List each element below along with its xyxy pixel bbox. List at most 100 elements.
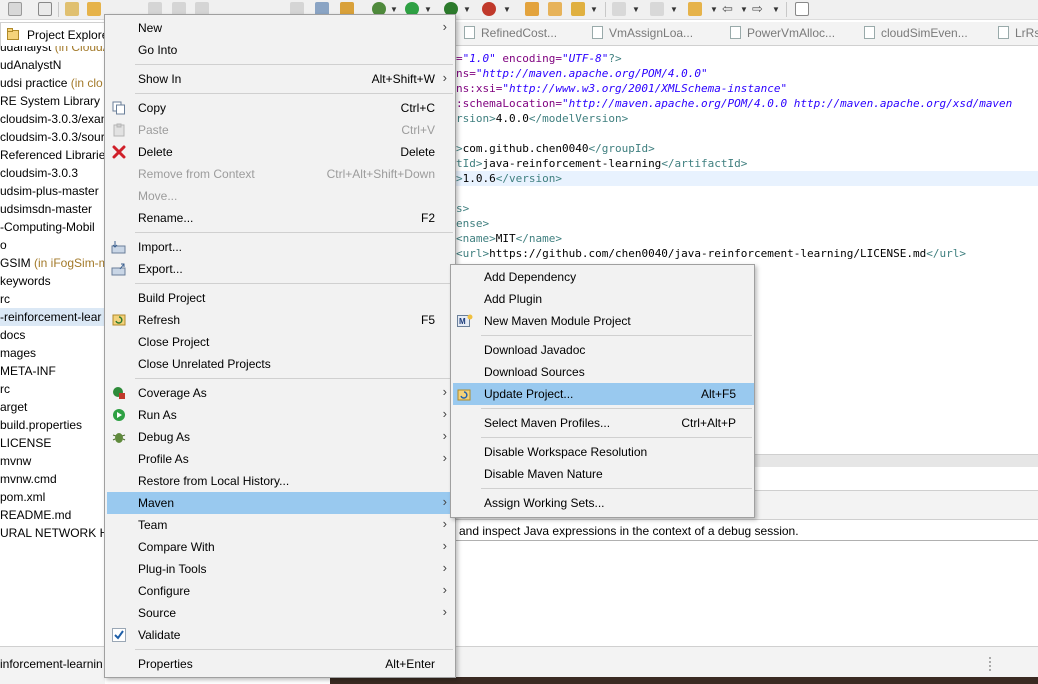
tree-item[interactable]: README.md: [0, 506, 71, 524]
code-line[interactable]: ns="http://maven.apache.org/POM/4.0.0": [456, 66, 708, 81]
tree-item[interactable]: URAL NETWORK HO: [0, 524, 105, 542]
code-line[interactable]: tId>java-reinforcement-learning</artifac…: [456, 156, 747, 171]
forward-icon[interactable]: ⇨: [752, 2, 766, 16]
maven-item-sets[interactable]: Assign Working Sets...: [453, 492, 754, 514]
tree-item[interactable]: mvnw.cmd: [0, 470, 57, 488]
maven-item-update[interactable]: Update Project... Alt+F5: [453, 383, 754, 405]
tree-item[interactable]: cloudsim-3.0.3/sour: [0, 128, 105, 146]
tree-item[interactable]: META-INF: [0, 362, 56, 380]
tree-item[interactable]: rc: [0, 290, 10, 308]
tree-item[interactable]: -Computing-Mobil: [0, 218, 95, 236]
maven-item-newmodule[interactable]: M New Maven Module Project: [453, 310, 754, 332]
tree-item[interactable]: GSIM (in iFogSim-m: [0, 254, 105, 272]
search-tool-icon[interactable]: [571, 2, 585, 16]
project-explorer-tab[interactable]: Project Explore: [0, 22, 108, 46]
menu-item-import[interactable]: Import...: [107, 236, 455, 258]
code-line[interactable]: ns:xsi="http://www.w3.org/2001/XMLSchema…: [456, 81, 787, 96]
menu-item-goto[interactable]: Go Into: [107, 39, 455, 61]
menu-item-copy[interactable]: Copy Ctrl+C: [107, 97, 455, 119]
chevron-down-icon[interactable]: ▼: [670, 5, 678, 15]
menu-item-new[interactable]: New ›: [107, 17, 455, 39]
tree-item[interactable]: udanalyst (in CloudA: [0, 46, 105, 56]
code-line[interactable]: s>: [456, 201, 469, 216]
editor-tab[interactable]: VmAssignLoa...: [592, 26, 693, 40]
tree-item[interactable]: udsimsdn-master: [0, 200, 92, 218]
last-edit-icon[interactable]: [688, 2, 702, 16]
editor-tab[interactable]: cloudSimEven...: [864, 26, 968, 40]
editor-tab[interactable]: RefinedCost...: [464, 26, 557, 40]
menu-item-showin[interactable]: Show In Alt+Shift+W ›: [107, 68, 455, 90]
chevron-down-icon[interactable]: ▼: [772, 5, 780, 15]
menu-item-build[interactable]: Build Project: [107, 287, 455, 309]
new-package-icon[interactable]: [525, 2, 539, 16]
tree-item[interactable]: keywords: [0, 272, 51, 290]
chevron-down-icon[interactable]: ▼: [503, 5, 511, 15]
back-icon[interactable]: ⇦: [722, 2, 736, 16]
menu-item-export[interactable]: Export...: [107, 258, 455, 280]
chevron-down-icon[interactable]: ▼: [632, 5, 640, 15]
editor-tab[interactable]: PowerVmAlloc...: [730, 26, 835, 40]
toolbar-icon[interactable]: [8, 2, 22, 16]
menu-item-debug[interactable]: Debug As ›: [107, 426, 455, 448]
chevron-down-icon[interactable]: ▼: [710, 5, 718, 15]
tool-icon[interactable]: [65, 2, 79, 16]
menu-item-validate[interactable]: Validate: [107, 624, 455, 646]
tree-item[interactable]: arget: [0, 398, 27, 416]
tree-item[interactable]: RE System Library [j: [0, 92, 105, 110]
status-grip[interactable]: [989, 657, 991, 671]
editor-tab[interactable]: LrRs: [998, 26, 1038, 40]
menu-item-compare[interactable]: Compare With ›: [107, 536, 455, 558]
tree-item[interactable]: build.properties: [0, 416, 82, 434]
menu-item-close[interactable]: Close Project: [107, 331, 455, 353]
code-line[interactable]: rsion>4.0.0</modelVersion>: [456, 111, 628, 126]
menu-item-maven[interactable]: Maven ›: [107, 492, 455, 514]
menu-item-restore[interactable]: Restore from Local History...: [107, 470, 455, 492]
maven-item-addplugin[interactable]: Add Plugin: [453, 288, 754, 310]
code-line[interactable]: ="1.0" encoding="UTF-8"?>: [456, 51, 622, 66]
tree-item[interactable]: udsim-plus-master: [0, 182, 99, 200]
next-annotation-icon[interactable]: [612, 2, 626, 16]
code-line[interactable]: >1.0.6</version>: [456, 171, 1038, 186]
maven-item-dljavadoc[interactable]: Download Javadoc: [453, 339, 754, 361]
prev-annotation-icon[interactable]: [650, 2, 664, 16]
tree-item[interactable]: pom.xml: [0, 488, 45, 506]
folder-icon[interactable]: [87, 2, 101, 16]
chevron-down-icon[interactable]: ▼: [463, 5, 471, 15]
menu-item-coverage[interactable]: Coverage As ›: [107, 382, 455, 404]
tree-item[interactable]: o: [0, 236, 7, 254]
code-line[interactable]: <url>https://github.com/chen0040/java-re…: [456, 246, 966, 261]
tree-item[interactable]: LICENSE: [0, 434, 51, 452]
menu-item-source[interactable]: Source ›: [107, 602, 455, 624]
binary-icon[interactable]: [38, 2, 52, 16]
code-line[interactable]: <name>MIT</name>: [456, 231, 562, 246]
menu-item-delete[interactable]: Delete Delete: [107, 141, 455, 163]
tree-item[interactable]: udAnalystN: [0, 56, 61, 74]
menu-item-plugin[interactable]: Plug-in Tools ›: [107, 558, 455, 580]
menu-item-refresh[interactable]: Refresh F5: [107, 309, 455, 331]
maven-item-adddep[interactable]: Add Dependency: [453, 266, 754, 288]
tree-item[interactable]: Referenced Libraries: [0, 146, 105, 164]
menu-item-configure[interactable]: Configure ›: [107, 580, 455, 602]
menu-item-profile[interactable]: Profile As ›: [107, 448, 455, 470]
tree-item[interactable]: -reinforcement-lear: [0, 308, 105, 326]
external-tools-icon[interactable]: [482, 2, 496, 16]
tree-item[interactable]: rc: [0, 380, 10, 398]
maven-item-dlsources[interactable]: Download Sources: [453, 361, 754, 383]
tree-item[interactable]: udsi practice (in clo: [0, 74, 103, 92]
maven-item-workspace[interactable]: Disable Workspace Resolution: [453, 441, 754, 463]
menu-item-run[interactable]: Run As ›: [107, 404, 455, 426]
tree-item[interactable]: docs: [0, 326, 25, 344]
tree-item[interactable]: cloudsim-3.0.3: [0, 164, 78, 182]
code-line[interactable]: :schemaLocation="http://maven.apache.org…: [456, 96, 1012, 111]
chevron-down-icon[interactable]: ▼: [740, 5, 748, 15]
pin-editor-icon[interactable]: [795, 2, 809, 16]
code-line[interactable]: ense>: [456, 216, 489, 231]
menu-item-rename[interactable]: Rename... F2: [107, 207, 455, 229]
tree-item[interactable]: mages: [0, 344, 36, 362]
menu-item-team[interactable]: Team ›: [107, 514, 455, 536]
menu-item-closeun[interactable]: Close Unrelated Projects: [107, 353, 455, 375]
open-type-icon[interactable]: [548, 2, 562, 16]
tree-item[interactable]: mvnw: [0, 452, 31, 470]
maven-item-nature[interactable]: Disable Maven Nature: [453, 463, 754, 485]
tree-item[interactable]: cloudsim-3.0.3/exan: [0, 110, 105, 128]
